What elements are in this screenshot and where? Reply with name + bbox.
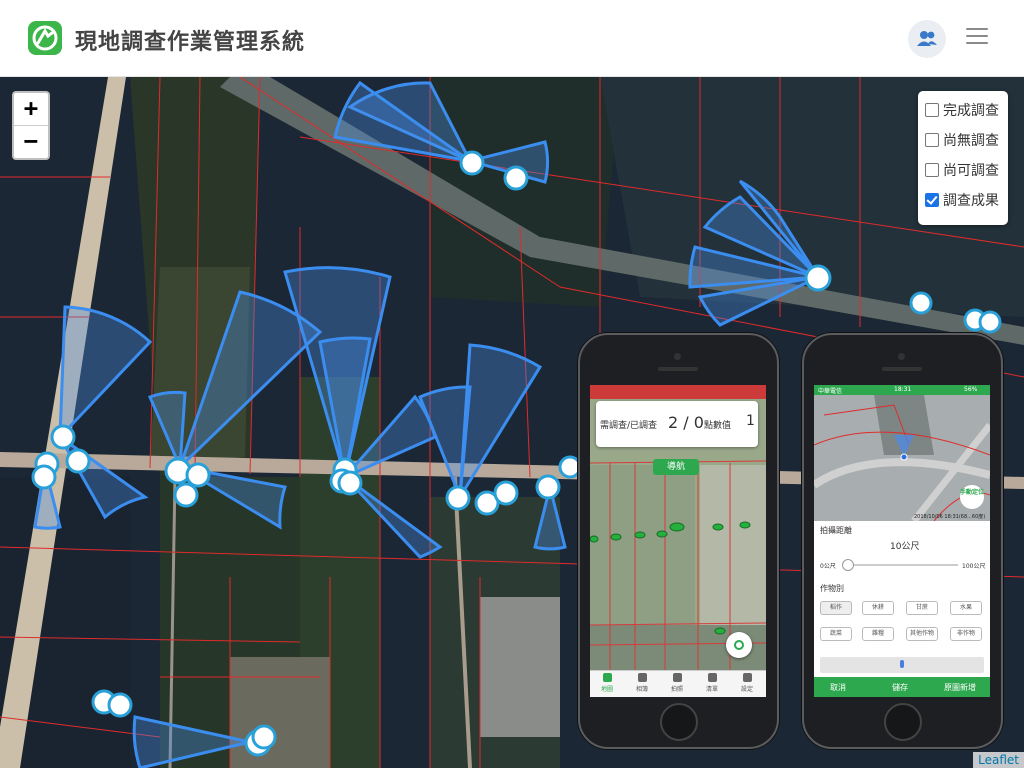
zoom-control: + − (12, 91, 50, 160)
tab-camera[interactable]: 拍照 (662, 673, 692, 693)
layer-results-checkbox[interactable] (925, 193, 939, 207)
crop-fallow[interactable]: 休耕 (862, 601, 894, 615)
zoom-in-button[interactable]: + (14, 93, 48, 126)
phone-mockup-form: 中華電信 18:31 56% 手動定位 2018/10/06 18:31(68.… (802, 333, 1003, 749)
tab-settings[interactable]: 設定 (732, 673, 762, 693)
crop-sugarcane[interactable]: 甘蔗 (906, 601, 938, 615)
hamburger-menu-icon[interactable] (966, 28, 988, 46)
crop-non-crop[interactable]: 非作物 (950, 627, 982, 641)
survey-count-card: 需調查/已調查 2 / 0 點數值 1 (596, 401, 758, 447)
form-action-bar: 取消 儲存 原圖新增 (814, 677, 990, 697)
phone-status-bar: 中華電信 18:31 56% (814, 385, 990, 395)
phone-mockup-map: 需調查/已調查 2 / 0 點數值 1 導航 地圖 相簿 拍照 清單 設定 (578, 333, 779, 749)
crop-other[interactable]: 其他作物 (906, 627, 938, 641)
add-original-button[interactable]: 原圖新增 (944, 682, 976, 693)
app-header: 現地調查作業管理系統 (0, 0, 1024, 77)
app-logo-icon[interactable] (28, 21, 62, 55)
app-title: 現地調查作業管理系統 (75, 30, 306, 55)
crop-fruit[interactable]: 水果 (950, 601, 982, 615)
user-account-button[interactable] (908, 20, 946, 58)
layer-completed-checkbox[interactable] (925, 103, 939, 117)
layer-not-surveyed-checkbox[interactable] (925, 133, 939, 147)
crop-rice[interactable]: 稻作 (820, 601, 852, 615)
zoom-out-button[interactable]: − (14, 126, 48, 158)
navigate-button[interactable]: 導航 (653, 459, 699, 475)
distance-slider[interactable] (842, 559, 958, 571)
layer-surveyable-checkbox[interactable] (925, 163, 939, 177)
tab-album[interactable]: 相簿 (627, 673, 657, 693)
users-icon (917, 31, 937, 46)
locate-icon[interactable] (726, 632, 752, 658)
tab-map[interactable]: 地圖 (592, 673, 622, 693)
map-view[interactable]: + − 完成調查 尚無調查 尚可調查 調查成果 需調查/已調查 2 / 0 點數… (0, 77, 1024, 768)
phone-tab-bar: 地圖 相簿 拍照 清單 設定 (590, 670, 766, 697)
microphone-icon (900, 660, 904, 668)
crop-grain[interactable]: 雜糧 (862, 627, 894, 641)
map-attribution-link[interactable]: Leaflet (973, 752, 1024, 768)
layer-filter-panel: 完成調查 尚無調查 尚可調查 調查成果 (918, 91, 1008, 225)
phone-map-screen: 需調查/已調查 2 / 0 點數值 1 導航 地圖 相簿 拍照 清單 設定 (590, 385, 766, 697)
crop-vegetable[interactable]: 蔬菜 (820, 627, 852, 641)
save-button[interactable]: 儲存 (892, 682, 908, 693)
tab-list[interactable]: 清單 (697, 673, 727, 693)
phone-form-screen: 中華電信 18:31 56% 手動定位 2018/10/06 18:31(68.… (814, 385, 990, 697)
voice-input-bar[interactable] (820, 657, 984, 673)
photo-timestamp: 2018/10/06 18:31(68...60度) (914, 514, 986, 520)
manual-locate-button[interactable]: 手動定位 (960, 485, 984, 509)
survey-form: 拍攝距離 10公尺 0公尺 100公尺 作物別 稻作 休耕 甘蔗 水果 蔬菜 雜… (814, 521, 990, 697)
cancel-button[interactable]: 取消 (830, 682, 846, 693)
